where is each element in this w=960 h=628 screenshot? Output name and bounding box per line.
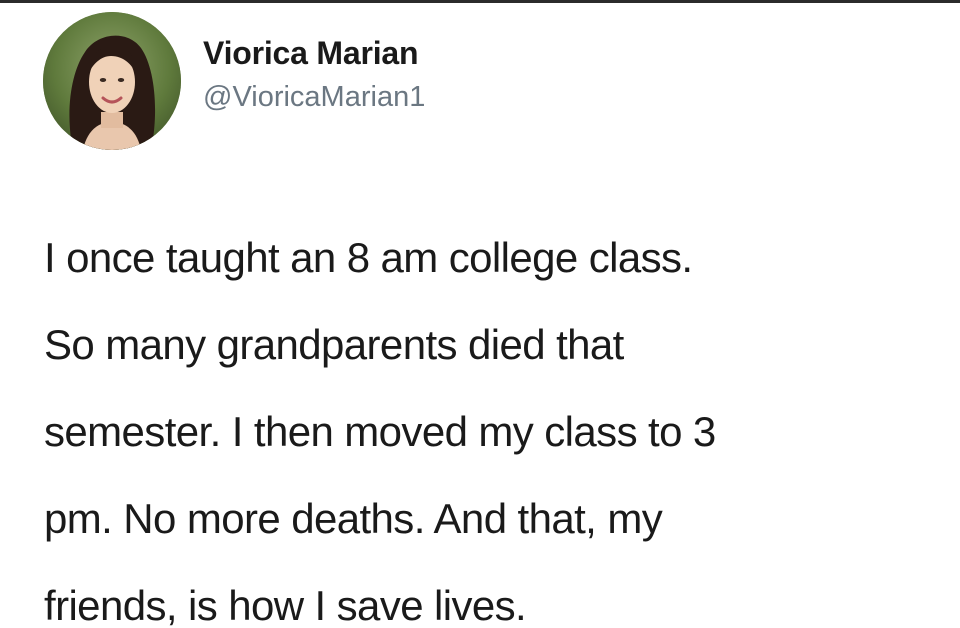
tweet-text-line: I once taught an 8 am college class. bbox=[44, 234, 693, 281]
author-names: Viorica Marian @VioricaMarian1 bbox=[203, 33, 425, 115]
tweet-text-line: friends, is how I save lives. bbox=[44, 582, 527, 628]
tweet-text-line: pm. No more deaths. And that, my bbox=[44, 495, 663, 542]
tweet-header: Viorica Marian @VioricaMarian1 bbox=[43, 12, 425, 150]
author-display-name[interactable]: Viorica Marian bbox=[203, 33, 425, 73]
avatar[interactable] bbox=[43, 12, 181, 150]
tweet-card: Viorica Marian @VioricaMarian1 I once ta… bbox=[0, 0, 960, 628]
tweet-text-line: semester. I then moved my class to 3 bbox=[44, 408, 716, 455]
tweet-text-line: So many grandparents died that bbox=[44, 321, 624, 368]
tweet-body: I once taught an 8 am college class. So … bbox=[44, 214, 949, 628]
author-handle[interactable]: @VioricaMarian1 bbox=[203, 79, 425, 115]
profile-photo-icon bbox=[43, 12, 181, 150]
